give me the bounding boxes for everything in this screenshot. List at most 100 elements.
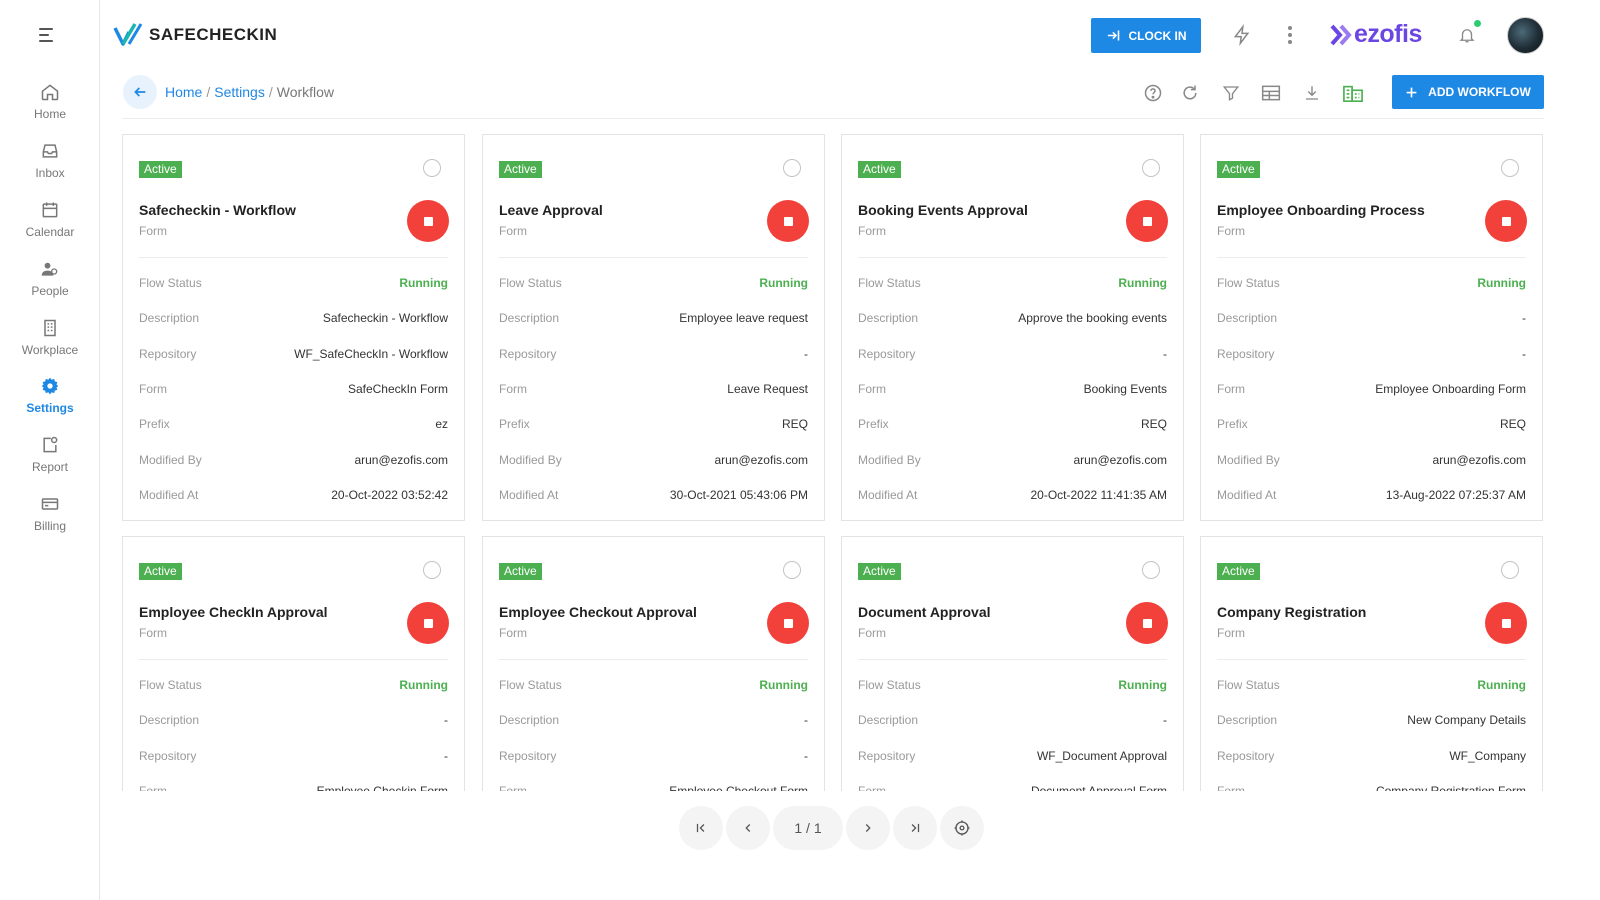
sidebar-item-people[interactable]: People [0,259,100,309]
stop-icon [1501,618,1511,628]
stop-workflow-button[interactable] [767,200,809,242]
flow-status-value: Running [399,276,448,290]
detail-row: Prefix REQ [499,417,808,435]
flow-status-value: Running [1477,678,1526,692]
help-icon[interactable] [1141,81,1165,105]
detail-row: Modified By arun@ezofis.com [499,453,808,471]
next-page-button[interactable] [846,806,890,850]
more-vert-icon[interactable] [1278,23,1302,47]
workflow-card[interactable]: Active Employee Onboarding Process Form Flo… [1200,134,1543,521]
card-title[interactable]: Safecheckin - Workflow [139,202,296,218]
status-badge: Active [139,161,182,178]
stop-workflow-button[interactable] [1126,200,1168,242]
refresh-icon[interactable] [1178,81,1202,105]
select-radio[interactable] [423,561,441,579]
detail-row: Modified At 13-Aug-2022 07:25:37 AM [1217,488,1526,506]
field-label: Repository [1217,748,1275,763]
clock-in-button[interactable]: CLOCK IN [1091,18,1201,53]
stop-workflow-button[interactable] [1126,602,1168,644]
field-label: Repository [1217,346,1275,361]
card-title[interactable]: Employee Checkout Approval [499,604,697,620]
sidebar-item-home[interactable]: Home [0,82,100,132]
field-label: Repository [858,748,916,763]
workflow-card[interactable]: Active Booking Events Approval Form Flow St… [841,134,1184,521]
select-radio[interactable] [1142,159,1160,177]
card-title[interactable]: Document Approval [858,604,991,620]
sidebar-item-calendar[interactable]: Calendar [0,200,100,250]
card-title[interactable]: Employee Onboarding Process [1217,202,1425,218]
last-page-button[interactable] [893,806,937,850]
sidebar-item-billing[interactable]: Billing [0,494,100,544]
app-logo[interactable]: SAFECHECKIN [113,22,277,48]
detail-row: Flow Status Running [1217,276,1526,294]
table-view-icon[interactable] [1259,81,1283,105]
lightning-icon[interactable] [1230,23,1254,47]
sidebar-item-workplace[interactable]: Workplace [0,318,100,368]
select-radio[interactable] [783,159,801,177]
flow-status-value: Running [1118,276,1167,290]
download-icon[interactable] [1300,81,1324,105]
description-value: Safecheckin - Workflow [322,311,448,326]
workflow-card[interactable]: Active Employee Checkout Approval Form Flow… [482,536,825,791]
description-value: Employee leave request [679,311,808,326]
stop-workflow-button[interactable] [407,602,449,644]
card-type: Form [858,626,886,640]
select-radio[interactable] [1501,159,1519,177]
card-title[interactable]: Employee CheckIn Approval [139,604,328,620]
stop-workflow-button[interactable] [767,602,809,644]
select-radio[interactable] [783,561,801,579]
card-title[interactable]: Company Registration [1217,604,1366,620]
sidebar-item-label: Workplace [21,343,79,357]
card-title[interactable]: Booking Events Approval [858,202,1028,218]
detail-row: Flow Status Running [858,276,1167,294]
select-radio[interactable] [1501,561,1519,579]
stop-workflow-button[interactable] [407,200,449,242]
stop-icon [1501,216,1511,226]
select-radio[interactable] [1142,561,1160,579]
card-divider [139,659,448,660]
repository-value: - [1163,346,1167,361]
detail-row: Repository WF_Document Approval [858,749,1167,767]
field-label: Repository [499,748,557,763]
workflow-card[interactable]: Active Company Registration Form Flow Statu… [1200,536,1543,791]
repository-value: - [804,346,808,361]
breadcrumb-home[interactable]: Home [165,84,202,100]
repository-value: WF_Company [1449,748,1526,763]
sidebar-item-label: Report [31,460,69,474]
sidebar-item-settings[interactable]: Settings [0,376,100,426]
breadcrumb-settings[interactable]: Settings [214,84,265,100]
workflow-card[interactable]: Active Document Approval Form Flow Status Ru… [841,536,1184,791]
detail-row: Prefix REQ [858,417,1167,435]
sidebar: Home Inbox Calendar People Workplace Set… [0,0,100,900]
field-label: Description [858,311,919,326]
page-settings-button[interactable] [940,806,984,850]
workflow-card[interactable]: Active Leave Approval Form Flow Status Runni… [482,134,825,521]
detail-row: Form Company Registration Form [1217,784,1526,791]
grid-view-icon[interactable] [1341,81,1365,105]
modified-by-value: arun@ezofis.com [714,452,808,467]
detail-row: Form Document Approval Form [858,784,1167,791]
sidebar-item-report[interactable]: Report [0,435,100,485]
add-workflow-button[interactable]: ADD WORKFLOW [1392,75,1544,109]
card-type: Form [858,224,886,238]
user-avatar[interactable] [1507,17,1544,54]
back-button[interactable] [123,75,157,109]
detail-row: Description Employee leave request [499,311,808,329]
detail-row: Form Employee Checkout Form [499,784,808,791]
card-title[interactable]: Leave Approval [499,202,603,218]
billing-icon [41,498,59,510]
select-radio[interactable] [423,159,441,177]
first-page-button[interactable] [679,806,723,850]
filter-icon[interactable] [1219,81,1243,105]
stop-workflow-button[interactable] [1485,200,1527,242]
sidebar-item-inbox[interactable]: Inbox [0,141,100,191]
repository-value: - [804,748,808,763]
stop-workflow-button[interactable] [1485,602,1527,644]
status-badge: Active [858,563,901,580]
menu-toggle-icon[interactable] [39,26,59,44]
workflow-card[interactable]: Active Safecheckin - Workflow Form Flow Sta… [122,134,465,521]
card-type: Form [139,224,167,238]
prev-page-button[interactable] [726,806,770,850]
workflow-card[interactable]: Active Employee CheckIn Approval Form Flow … [122,536,465,791]
field-label: Description [139,311,200,326]
